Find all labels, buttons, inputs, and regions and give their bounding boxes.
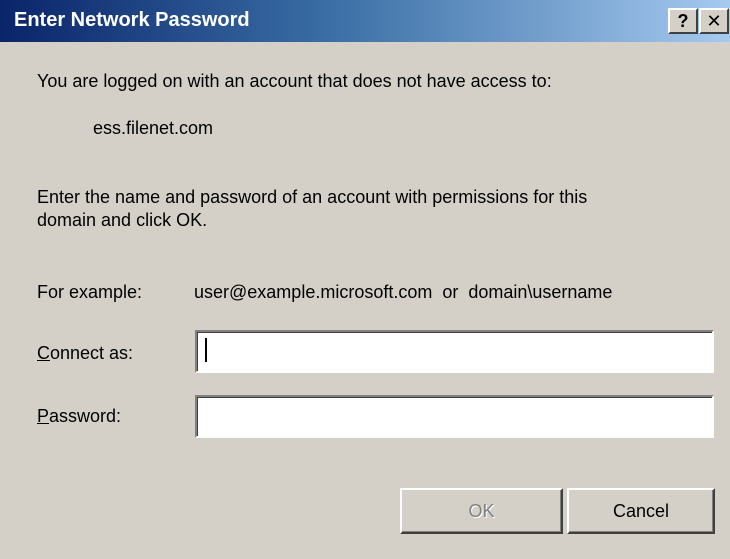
connect-as-label-text: onnect as: (50, 343, 134, 363)
title-bar[interactable]: Enter Network Password ? ✕ (0, 0, 730, 42)
cancel-button[interactable]: Cancel (567, 488, 715, 534)
connect-as-accelerator: C (37, 343, 50, 363)
connect-as-label: Connect as: (37, 342, 133, 364)
example-value: user@example.microsoft.com or domain\use… (194, 282, 613, 302)
password-label: Password: (37, 405, 121, 427)
connect-as-input[interactable] (195, 330, 714, 373)
help-button[interactable]: ? (668, 8, 698, 34)
password-label-text: assword: (49, 406, 122, 426)
help-icon: ? (677, 11, 689, 31)
network-password-dialog: Enter Network Password ? ✕ You are logge… (0, 0, 730, 559)
instruction-text-line1: Enter the name and password of an accoun… (37, 187, 588, 207)
close-icon: ✕ (706, 11, 722, 31)
window-title: Enter Network Password (14, 9, 250, 31)
example-label: For example: (37, 282, 143, 302)
server-name: ess.filenet.com (93, 118, 214, 138)
password-input[interactable] (195, 395, 714, 438)
close-button[interactable]: ✕ (699, 8, 729, 34)
instruction-text-line2: domain and click OK. (37, 210, 208, 230)
password-accelerator: P (37, 406, 50, 426)
intro-text: You are logged on with an account that d… (37, 71, 552, 91)
ok-button[interactable]: OK (400, 488, 563, 534)
text-caret (205, 338, 207, 362)
